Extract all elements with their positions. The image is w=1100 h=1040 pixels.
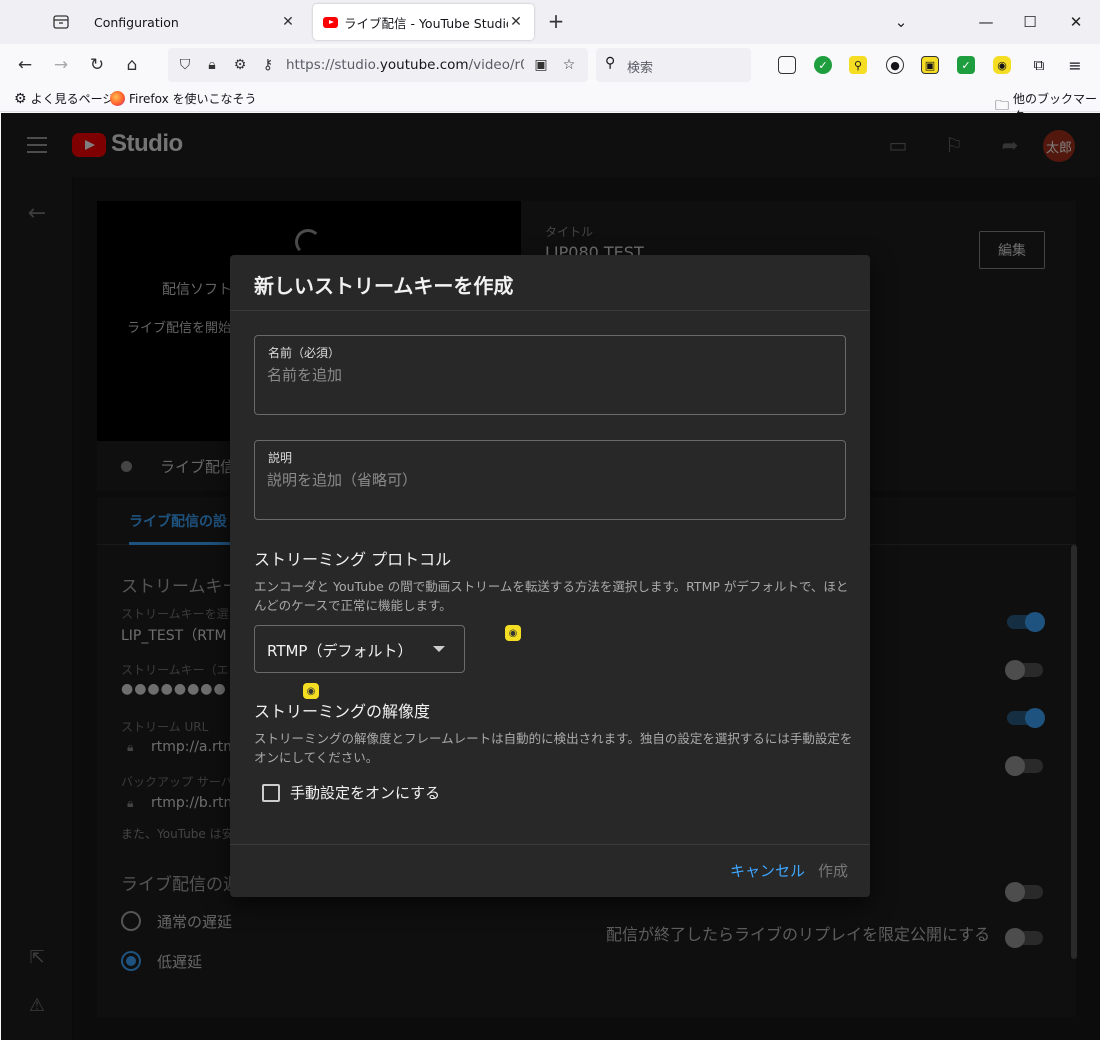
tab-list-chevron-icon[interactable]: ⌄ xyxy=(889,10,913,34)
check-extension-icon[interactable]: ✓ xyxy=(814,56,832,74)
bookmarks-bar: ⚙ よく見るページ Firefox を使いこなそう 🗀 他のブックマーク xyxy=(0,86,1100,123)
manual-settings-checkbox[interactable] xyxy=(262,784,280,802)
close-icon[interactable]: ✕ xyxy=(508,14,524,30)
forward-button[interactable]: → xyxy=(49,53,73,77)
menu-hamburger-icon[interactable]: ≡ xyxy=(1066,56,1084,75)
resolution-description: ストリーミングの解像度とフレームレートは自動的に検出されます。独自の設定を選択す… xyxy=(254,731,853,765)
resolution-heading: ストリーミングの解像度 xyxy=(254,702,431,721)
search-placeholder: 検索 xyxy=(627,61,654,76)
description-input[interactable] xyxy=(267,469,827,491)
create-button[interactable]: 作成 xyxy=(818,860,848,881)
studio-page: Studio ▭ ⚐ ➦ 太郎 ← ⇱ ⚠ 配信ソフト ライブ配信を開始 ライブ… xyxy=(1,113,1100,1040)
minimize-button[interactable]: — xyxy=(974,10,998,34)
account-icon[interactable]: ● xyxy=(886,56,904,74)
screenshot-extension-icon[interactable]: ▣ xyxy=(921,56,939,74)
name-field[interactable]: 名前（必須） xyxy=(254,335,846,415)
search-icon: ⚲ xyxy=(605,55,616,71)
dropdown-arrow-icon xyxy=(433,646,445,652)
gear-icon: ⚙ xyxy=(14,90,27,107)
checkbox-extension-icon[interactable]: ✓ xyxy=(957,56,975,74)
name-field-label: 名前（必須） xyxy=(268,346,341,360)
divider xyxy=(230,844,870,845)
headphone-extension-icon[interactable]: ◉ xyxy=(993,56,1011,74)
url-text[interactable]: https://studio.youtube.com/video/r0ne xyxy=(286,57,524,73)
maximize-button[interactable]: ☐ xyxy=(1018,10,1042,34)
protocol-selected-value: RTMP（デフォルト） xyxy=(267,642,413,660)
protocol-select[interactable]: RTMP（デフォルト） xyxy=(254,625,465,673)
firefox-icon xyxy=(110,91,125,106)
url-bar[interactable]: ⛉ 🔒︎ ⚙ ⚷ https://studio.youtube.com/vide… xyxy=(168,48,588,82)
bookmark-label: Firefox を使いこなそう xyxy=(129,92,257,106)
new-tab-button[interactable]: + xyxy=(544,10,568,34)
bookmark-firefox-tips[interactable]: Firefox を使いこなそう xyxy=(110,90,257,107)
pocket-icon[interactable] xyxy=(778,56,796,74)
description-field[interactable]: 説明 xyxy=(254,440,846,520)
permissions-icon[interactable]: ⚙ xyxy=(229,54,251,76)
search-extension-icon[interactable]: ⚲ xyxy=(849,56,867,74)
browser-nav-bar: ← → ↻ ⌂ ⛉ 🔒︎ ⚙ ⚷ https://studio.youtube.… xyxy=(0,44,1100,86)
cancel-button[interactable]: キャンセル xyxy=(730,860,805,881)
youtube-favicon-icon xyxy=(323,16,338,28)
tab-configuration[interactable]: Configuration ✕ xyxy=(84,4,306,40)
shield-icon[interactable]: ⛉ xyxy=(174,54,196,76)
lock-icon[interactable]: 🔒︎ xyxy=(201,54,223,76)
bookmark-label: よく見るページ xyxy=(30,92,115,106)
tab-manager-icon xyxy=(53,15,69,29)
reader-view-icon[interactable]: ▣ xyxy=(530,54,552,76)
headphone-extension-icon[interactable]: ◉ xyxy=(303,683,319,699)
divider xyxy=(230,310,870,311)
name-input[interactable] xyxy=(267,364,827,386)
home-button[interactable]: ⌂ xyxy=(120,53,144,77)
browser-tab-bar: Configuration ✕ ライブ配信 - YouTube Studio ✕… xyxy=(0,0,1100,44)
tab-manager-button[interactable] xyxy=(46,8,76,36)
protocol-description: エンコーダと YouTube の間で動画ストリームを転送する方法を選択します。R… xyxy=(254,579,849,613)
bookmark-most-visited[interactable]: ⚙ よく見るページ xyxy=(14,90,114,107)
create-stream-key-dialog: 新しいストリームキーを作成 名前（必須） 説明 ストリーミング プロトコル エン… xyxy=(230,255,870,897)
dialog-title: 新しいストリームキーを作成 xyxy=(254,274,514,298)
tab-title: Configuration xyxy=(94,14,179,30)
star-bookmark-icon[interactable]: ☆ xyxy=(558,54,580,76)
back-button[interactable]: ← xyxy=(13,53,37,77)
close-window-button[interactable]: ✕ xyxy=(1064,10,1088,34)
key-icon[interactable]: ⚷ xyxy=(257,54,279,76)
protocol-heading: ストリーミング プロトコル xyxy=(254,550,452,569)
close-icon[interactable]: ✕ xyxy=(280,14,296,30)
reload-button[interactable]: ↻ xyxy=(85,53,109,77)
tab-youtube-studio[interactable]: ライブ配信 - YouTube Studio ✕ xyxy=(313,4,534,40)
tab-title: ライブ配信 - YouTube Studio xyxy=(344,15,508,31)
description-field-label: 説明 xyxy=(268,451,293,465)
search-bar[interactable]: ⚲ 検索 xyxy=(596,48,751,82)
extensions-puzzle-icon[interactable]: ⧉ xyxy=(1030,56,1048,74)
headphone-extension-icon[interactable]: ◉ xyxy=(505,625,521,641)
manual-settings-label[interactable]: 手動設定をオンにする xyxy=(290,782,440,803)
